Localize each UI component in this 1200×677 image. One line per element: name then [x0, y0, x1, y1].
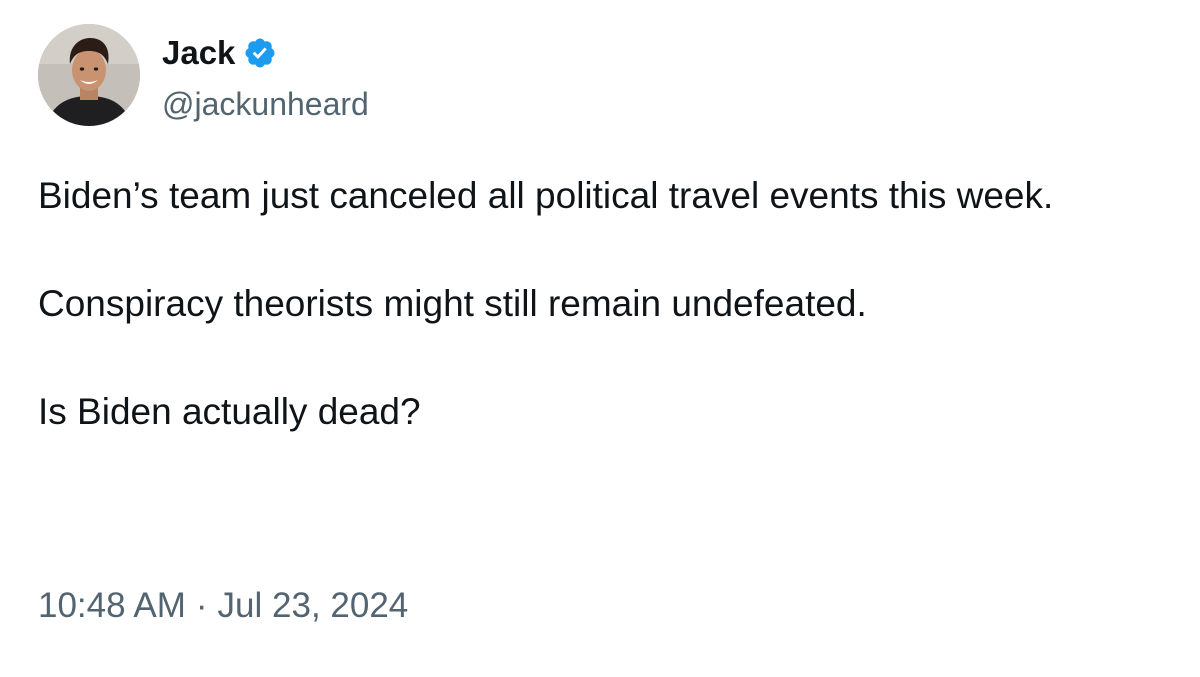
meta-separator: · — [195, 586, 208, 625]
tweet-text: Biden’s team just canceled all political… — [38, 168, 1178, 440]
tweet-header: Jack @jackunheard — [38, 24, 369, 126]
tweet-timestamp: 10:48 AM · Jul 23, 2024 — [38, 586, 408, 626]
tweet-paragraph: Biden’s team just canceled all political… — [38, 175, 1054, 216]
author-identity: Jack @jackunheard — [162, 30, 369, 123]
avatar[interactable] — [38, 24, 140, 126]
tweet-paragraph: Is Biden actually dead? — [38, 391, 421, 432]
tweet-time[interactable]: 10:48 AM — [38, 586, 186, 626]
tweet-card: Jack @jackunheard Biden’s team just canc… — [0, 0, 1200, 677]
avatar-photo — [38, 24, 140, 126]
verified-badge-icon[interactable] — [243, 36, 277, 70]
name-row: Jack — [162, 30, 369, 76]
author-handle[interactable]: @jackunheard — [162, 86, 369, 123]
tweet-date[interactable]: Jul 23, 2024 — [218, 586, 409, 626]
display-name[interactable]: Jack — [162, 34, 235, 72]
tweet-paragraph: Conspiracy theorists might still remain … — [38, 283, 867, 324]
